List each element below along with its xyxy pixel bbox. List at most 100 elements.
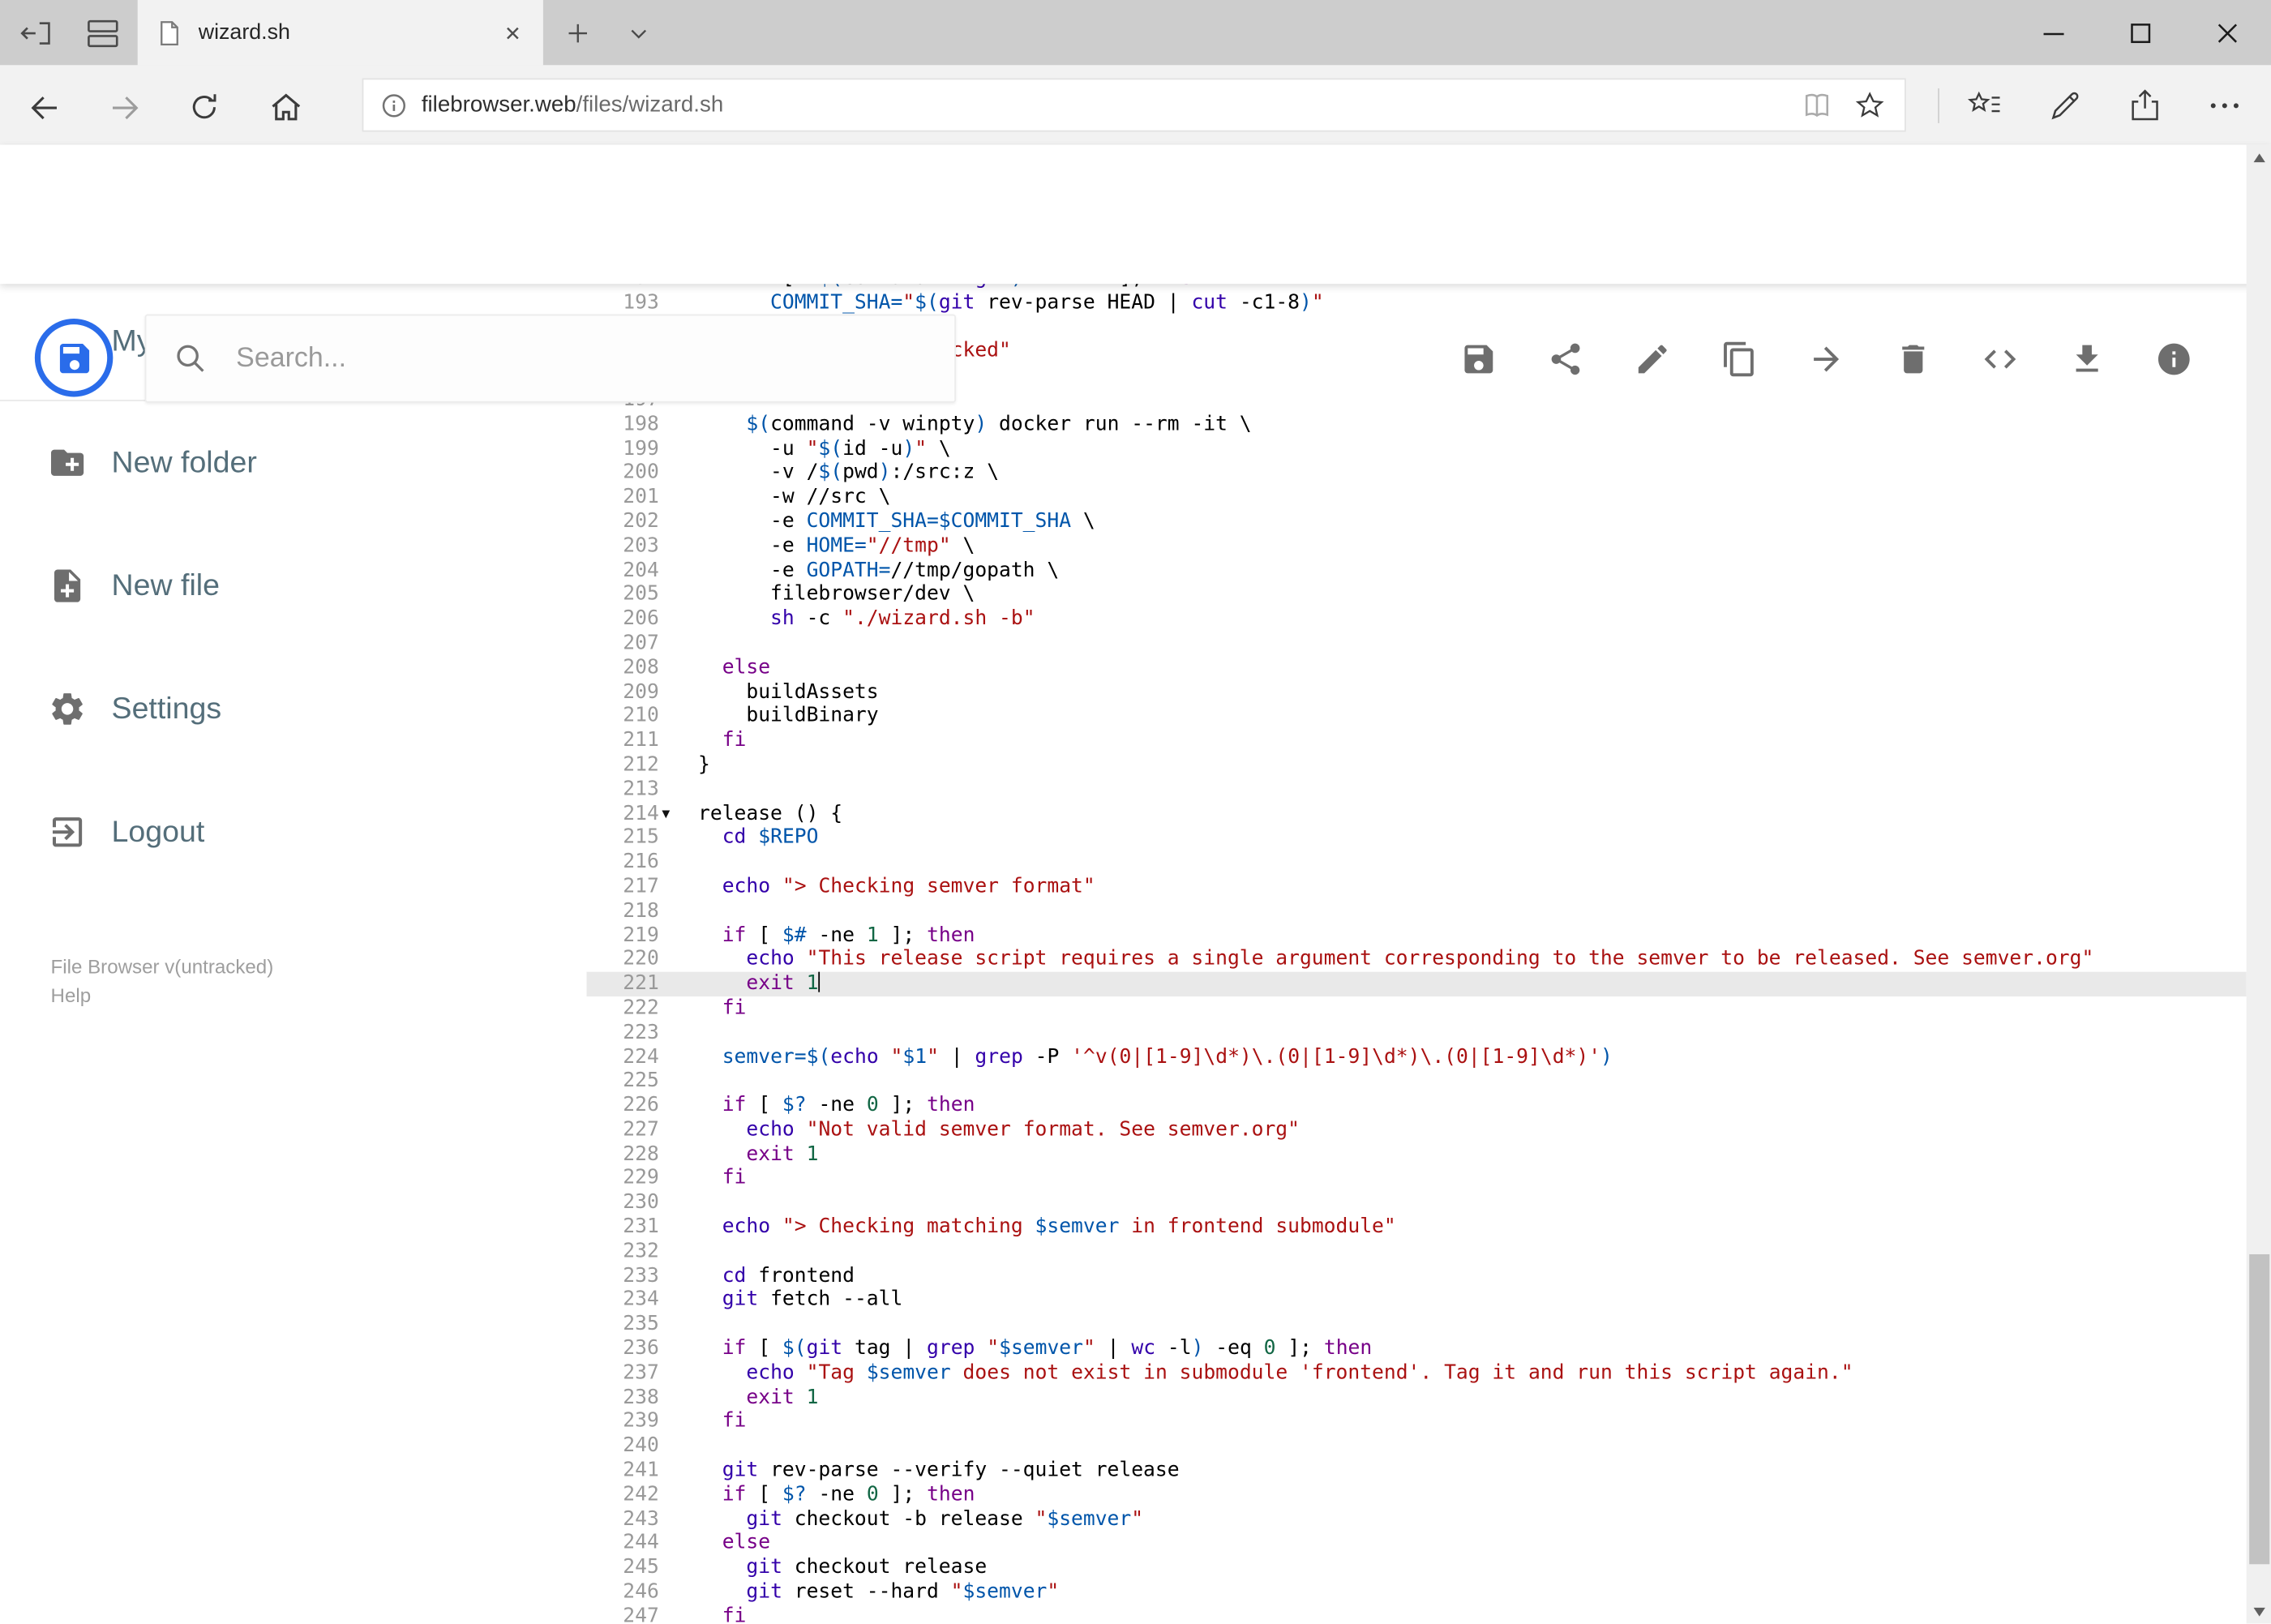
code-line[interactable]: else [698, 656, 2247, 680]
tabs-preview-icon[interactable] [81, 11, 125, 55]
scrollbar-up-icon[interactable] [2247, 145, 2271, 169]
fold-marker-icon[interactable]: ▾ [659, 802, 698, 826]
code-line[interactable]: echo "Not valid semver format. See semve… [698, 1118, 2247, 1142]
address-bar[interactable]: filebrowser.web/files/wizard.sh [362, 78, 1906, 132]
tab-close-icon[interactable] [499, 19, 525, 45]
code-line[interactable] [698, 1434, 2247, 1459]
info-button[interactable] [2131, 315, 2217, 403]
code-line[interactable] [698, 899, 2247, 923]
code-line[interactable]: fi [698, 996, 2247, 1021]
code-line[interactable]: -u "$(id -u)" \ [698, 437, 2247, 461]
sidebar-item-new-folder[interactable]: New folder [0, 401, 586, 525]
code-line[interactable]: -e COMMIT_SHA=$COMMIT_SHA \ [698, 510, 2247, 534]
code-line[interactable]: fi [698, 1167, 2247, 1191]
more-options-icon[interactable] [2184, 78, 2264, 131]
favorite-star-icon[interactable] [1853, 88, 1888, 122]
set-tabs-aside-icon[interactable] [15, 11, 58, 55]
code-line[interactable]: fi [698, 729, 2247, 753]
code-line[interactable]: if [ $# -ne 1 ]; then [698, 923, 2247, 948]
share-button[interactable] [1522, 315, 1609, 403]
code-line[interactable]: sh -c "./wizard.sh -b" [698, 607, 2247, 632]
code-editor[interactable]: 1921931941951961971981992002012022032042… [586, 284, 2247, 1624]
browser-tab[interactable]: wizard.sh [137, 0, 543, 66]
minimize-button[interactable] [2010, 0, 2097, 65]
code-line[interactable]: fi [698, 1605, 2247, 1624]
code-line[interactable]: exit 1 [698, 1386, 2247, 1410]
code-line[interactable]: fi [698, 1410, 2247, 1434]
reading-view-icon[interactable] [1799, 89, 1836, 121]
code-line[interactable]: echo "This release script requires a sin… [698, 948, 2247, 972]
code-line[interactable] [698, 1240, 2247, 1264]
sidebar-item-settings[interactable]: Settings [0, 647, 586, 770]
code-line[interactable]: git rev-parse --verify --quiet release [698, 1459, 2247, 1483]
code-line[interactable]: exit 1 [698, 971, 2247, 996]
page-scrollbar[interactable] [2246, 144, 2271, 1624]
refresh-button[interactable] [182, 85, 226, 129]
code-line[interactable]: git checkout -b release "$semver" [698, 1507, 2247, 1532]
code-line[interactable] [698, 1069, 2247, 1094]
hub-favorites-icon[interactable] [1945, 78, 2025, 131]
scrollbar-down-icon[interactable] [2247, 1599, 2271, 1623]
download-button[interactable] [2044, 315, 2131, 403]
code-line[interactable]: cd $REPO [698, 826, 2247, 851]
code-line[interactable]: -e GOPATH=//tmp/gopath \ [698, 559, 2247, 583]
code-line[interactable]: if [ $(git tag | grep "$semver" | wc -l)… [698, 1337, 2247, 1361]
code-line[interactable]: git fetch --all [698, 1288, 2247, 1313]
delete-button[interactable] [1870, 315, 1956, 403]
scrollbar-thumb[interactable] [2248, 1253, 2269, 1565]
maximize-button[interactable] [2097, 0, 2184, 65]
source-code-button[interactable] [1956, 315, 2043, 403]
code-line[interactable]: buildBinary [698, 705, 2247, 729]
code-line[interactable]: } [698, 753, 2247, 778]
code-line[interactable]: git checkout release [698, 1556, 2247, 1580]
code-line[interactable] [698, 1021, 2247, 1045]
code-line[interactable]: echo "Tag $semver does not exist in subm… [698, 1361, 2247, 1386]
copy-button[interactable] [1696, 315, 1783, 403]
move-button[interactable] [1783, 315, 1870, 403]
share-page-icon[interactable] [2105, 78, 2184, 131]
close-button[interactable] [2184, 0, 2271, 65]
save-button[interactable] [1435, 315, 1522, 403]
code-line[interactable]: echo "> Checking semver format" [698, 875, 2247, 899]
code-line[interactable]: -w //src \ [698, 486, 2247, 510]
code-line[interactable]: if [ $? -ne 0 ]; then [698, 1094, 2247, 1118]
forward-button[interactable] [103, 85, 147, 129]
code-line[interactable]: semver=$(echo "$1" | grep -P '^v(0|[1-9]… [698, 1045, 2247, 1069]
tab-list-chevron-icon[interactable] [617, 11, 661, 55]
sidebar-item-logout[interactable]: Logout [0, 770, 586, 893]
home-button[interactable] [264, 85, 307, 129]
back-button[interactable] [22, 85, 66, 129]
line-number: 202 [623, 509, 659, 533]
code-line[interactable] [698, 632, 2247, 656]
site-info-icon[interactable] [381, 92, 407, 118]
search-box[interactable] [144, 314, 956, 403]
code-line[interactable]: $(command -v winpty) docker run --rm -it… [698, 413, 2247, 437]
line-number: 208 [623, 655, 659, 679]
code-line[interactable] [698, 851, 2247, 875]
code-line[interactable]: filebrowser/dev \ [698, 583, 2247, 607]
code-line[interactable]: if [ $? -ne 0 ]; then [698, 1483, 2247, 1507]
code-line[interactable]: cd frontend [698, 1264, 2247, 1288]
code-line[interactable] [698, 778, 2247, 802]
help-link[interactable]: Help [51, 982, 274, 1011]
filebrowser-logo[interactable] [34, 318, 114, 397]
code-line[interactable]: if [ "$(command -v git)" != "" ]; then [698, 284, 2247, 291]
code-line[interactable]: release () { [698, 802, 2247, 826]
sidebar-item-new-file[interactable]: New file [0, 525, 586, 648]
code-line[interactable]: buildAssets [698, 680, 2247, 705]
code-line[interactable]: COMMIT_SHA="$(git rev-parse HEAD | cut -… [698, 291, 2247, 315]
code-line[interactable]: else [698, 1532, 2247, 1556]
new-tab-button[interactable] [556, 11, 600, 55]
web-note-pen-icon[interactable] [2025, 78, 2104, 131]
code-line[interactable] [698, 1313, 2247, 1337]
code-line[interactable]: -v /$(pwd):/src:z \ [698, 461, 2247, 486]
code-line[interactable] [698, 1191, 2247, 1215]
gutter-line: 213 [586, 778, 698, 802]
search-input[interactable] [233, 341, 929, 376]
rename-button[interactable] [1609, 315, 1696, 403]
code-line[interactable]: echo "> Checking matching $semver in fro… [698, 1215, 2247, 1240]
code-line[interactable]: exit 1 [698, 1142, 2247, 1167]
url-text: filebrowser.web/files/wizard.sh [422, 92, 1781, 118]
code-line[interactable]: -e HOME="//tmp" \ [698, 534, 2247, 559]
code-line[interactable]: git reset --hard "$semver" [698, 1580, 2247, 1605]
